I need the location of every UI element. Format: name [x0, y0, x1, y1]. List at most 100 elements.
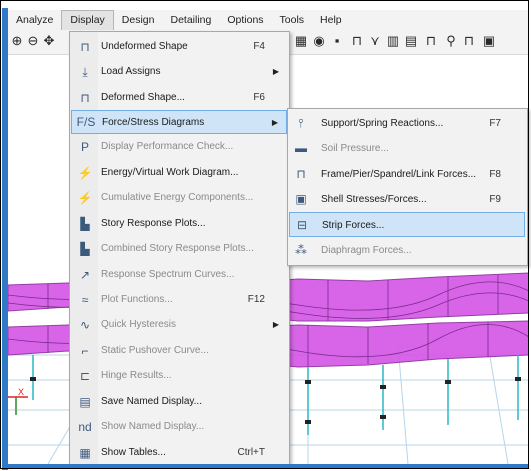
deformed-icon: ⊓	[80, 91, 90, 105]
menu-item-label: Display Performance Check...	[101, 141, 234, 152]
menu-item-show-tables[interactable]: ▦ Show Tables... Ctrl+T	[71, 441, 287, 465]
menu-item-response-spectrum[interactable]: ↗ Response Spectrum Curves...	[71, 263, 287, 287]
performance-icon: P	[80, 140, 89, 154]
submenu-item-strip-forces[interactable]: ⊟ Strip Forces...	[289, 212, 525, 237]
submenu-item-label: Diaphragm Forces...	[321, 245, 412, 256]
menu-item-label: Show Tables...	[101, 447, 166, 458]
menu-item-shortcut: F4	[253, 41, 265, 52]
diaphragm-icon: ⁂	[295, 243, 307, 257]
save-display-icon: ▤	[79, 395, 91, 409]
brace-icon[interactable]: ⋎	[368, 34, 382, 48]
global-axes	[8, 396, 28, 415]
zoom-in-icon[interactable]: ⊕	[10, 34, 24, 48]
window-edge-left	[2, 8, 8, 470]
menu-item-label: Static Pushover Curve...	[101, 345, 209, 356]
menu-item-label: Cumulative Energy Components...	[101, 192, 254, 203]
frame-forces-icon: ⊓	[296, 167, 306, 181]
menu-item-show-named-display[interactable]: nd Show Named Display...	[71, 415, 287, 439]
display-menu: ⊓ Undeformed Shape F4 ⤓ Load Assigns ▶ ⊓…	[69, 31, 290, 465]
window-edge-bottom	[2, 464, 529, 469]
submenu-arrow-icon: ▶	[271, 118, 278, 127]
menu-item-shortcut: Ctrl+T	[237, 447, 266, 458]
pan-icon[interactable]: ✥	[42, 34, 56, 48]
submenu-item-label: Strip Forces...	[322, 220, 385, 231]
menu-item-label: Response Spectrum Curves...	[101, 269, 235, 280]
strip-icon: ⊟	[296, 218, 308, 232]
menu-item-shortcut: F12	[247, 294, 265, 305]
menu-item-label: Hinge Results...	[101, 370, 172, 381]
menu-display[interactable]: Display	[61, 10, 114, 30]
story-response-icon: ▙	[80, 217, 90, 231]
menu-options[interactable]: Options	[219, 10, 271, 30]
submenu-item-label: Support/Spring Reactions...	[321, 118, 444, 129]
menu-item-label: Deformed Shape...	[101, 92, 185, 103]
menu-item-undeformed-shape[interactable]: ⊓ Undeformed Shape F4	[71, 35, 287, 59]
undeformed-icon: ⊓	[80, 40, 90, 54]
menu-item-cumulative-energy[interactable]: ⚡ Cumulative Energy Components...	[71, 186, 287, 210]
menu-detailing[interactable]: Detailing	[162, 10, 219, 30]
support-icon: ⫯	[298, 116, 304, 130]
submenu-item-frame-forces[interactable]: ⊓ Frame/Pier/Spandrel/Link Forces... F8	[289, 162, 525, 187]
force-tool-icon[interactable]: ⊓	[462, 34, 476, 48]
menu-item-hinge-results[interactable]: ⊏ Hinge Results...	[71, 364, 287, 388]
reaction-tool-icon[interactable]: ⚲	[444, 34, 458, 48]
submenu-item-soil-pressure[interactable]: ▬ Soil Pressure...	[289, 136, 525, 161]
deformed-tool-icon[interactable]: ⊓	[424, 34, 438, 48]
menu-item-story-response-plots[interactable]: ▙ Story Response Plots...	[71, 212, 287, 236]
tables-icon: ▦	[79, 446, 91, 460]
grid-icon[interactable]: ▦	[294, 34, 308, 48]
combined-story-icon: ▙	[80, 242, 90, 256]
shell-icon: ▣	[295, 192, 307, 206]
menu-item-deformed-shape[interactable]: ⊓ Deformed Shape... F6	[71, 86, 287, 110]
shell-forces-tool-icon[interactable]: ▣	[482, 34, 496, 48]
menu-item-quick-hysteresis[interactable]: ∿ Quick Hysteresis ▶	[71, 313, 287, 337]
submenu-arrow-icon: ▶	[272, 320, 279, 329]
menu-analyze[interactable]: Analyze	[8, 10, 61, 30]
submenu-arrow-icon: ▶	[272, 67, 279, 76]
submenu-item-shortcut: F7	[489, 118, 501, 129]
menu-item-label: Force/Stress Diagrams	[102, 117, 205, 128]
spectrum-icon: ↗	[79, 268, 91, 282]
pushover-icon: ⌐	[81, 344, 89, 358]
submenu-item-support-reactions[interactable]: ⫯ Support/Spring Reactions... F7	[289, 111, 525, 136]
view-icon[interactable]: ◉	[312, 34, 326, 48]
menu-item-display-performance-check[interactable]: P Display Performance Check...	[71, 135, 287, 159]
menu-item-force-stress-diagrams[interactable]: F/S Force/Stress Diagrams ▶	[71, 110, 287, 134]
cumulative-energy-icon: ⚡	[77, 191, 93, 205]
plot-functions-icon: ≈	[81, 293, 89, 307]
menu-tools[interactable]: Tools	[272, 10, 313, 30]
submenu-item-shortcut: F9	[489, 194, 501, 205]
menubar: Analyze Display Design Detailing Options…	[8, 10, 529, 30]
wall-tool-icon[interactable]: ▤	[404, 34, 418, 48]
menu-item-label: Plot Functions...	[101, 294, 173, 305]
menu-item-label: Combined Story Response Plots...	[101, 243, 254, 254]
frame-icon[interactable]: ⊓	[350, 34, 364, 48]
menu-item-label: Load Assigns	[101, 66, 161, 77]
menu-item-plot-functions[interactable]: ≈ Plot Functions... F12	[71, 288, 287, 312]
menu-item-combined-story-response[interactable]: ▙ Combined Story Response Plots...	[71, 237, 287, 261]
menu-item-static-pushover[interactable]: ⌐ Static Pushover Curve...	[71, 339, 287, 363]
shell-tool-icon[interactable]: ▥	[386, 34, 400, 48]
submenu-item-diaphragm-forces[interactable]: ⁂ Diaphragm Forces...	[289, 238, 525, 263]
menu-item-label: Show Named Display...	[101, 421, 205, 432]
view-options-icon[interactable]: ▪	[330, 34, 344, 48]
menu-item-load-assigns[interactable]: ⤓ Load Assigns ▶	[71, 60, 287, 84]
hysteresis-icon: ∿	[79, 318, 91, 332]
x-axis-label: X	[18, 387, 24, 397]
menu-design[interactable]: Design	[114, 10, 163, 30]
submenu-item-shell-stresses[interactable]: ▣ Shell Stresses/Forces... F9	[289, 187, 525, 212]
load-assigns-icon: ⤓	[82, 64, 88, 79]
menu-item-save-named-display[interactable]: ▤ Save Named Display...	[71, 390, 287, 414]
soil-icon: ▬	[295, 141, 307, 155]
menu-item-label: Quick Hysteresis	[101, 319, 177, 330]
menu-item-energy-diagram[interactable]: ⚡ Energy/Virtual Work Diagram...	[71, 161, 287, 185]
menu-item-label: Save Named Display...	[101, 396, 202, 407]
submenu-item-label: Frame/Pier/Spandrel/Link Forces...	[321, 169, 477, 180]
menu-help[interactable]: Help	[312, 10, 350, 30]
submenu-item-label: Soil Pressure...	[321, 143, 389, 154]
zoom-out-icon[interactable]: ⊖	[26, 34, 40, 48]
menu-item-label: Story Response Plots...	[101, 218, 206, 229]
submenu-item-label: Shell Stresses/Forces...	[321, 194, 427, 205]
menu-item-shortcut: F6	[253, 92, 265, 103]
hinge-icon: ⊏	[79, 369, 91, 383]
